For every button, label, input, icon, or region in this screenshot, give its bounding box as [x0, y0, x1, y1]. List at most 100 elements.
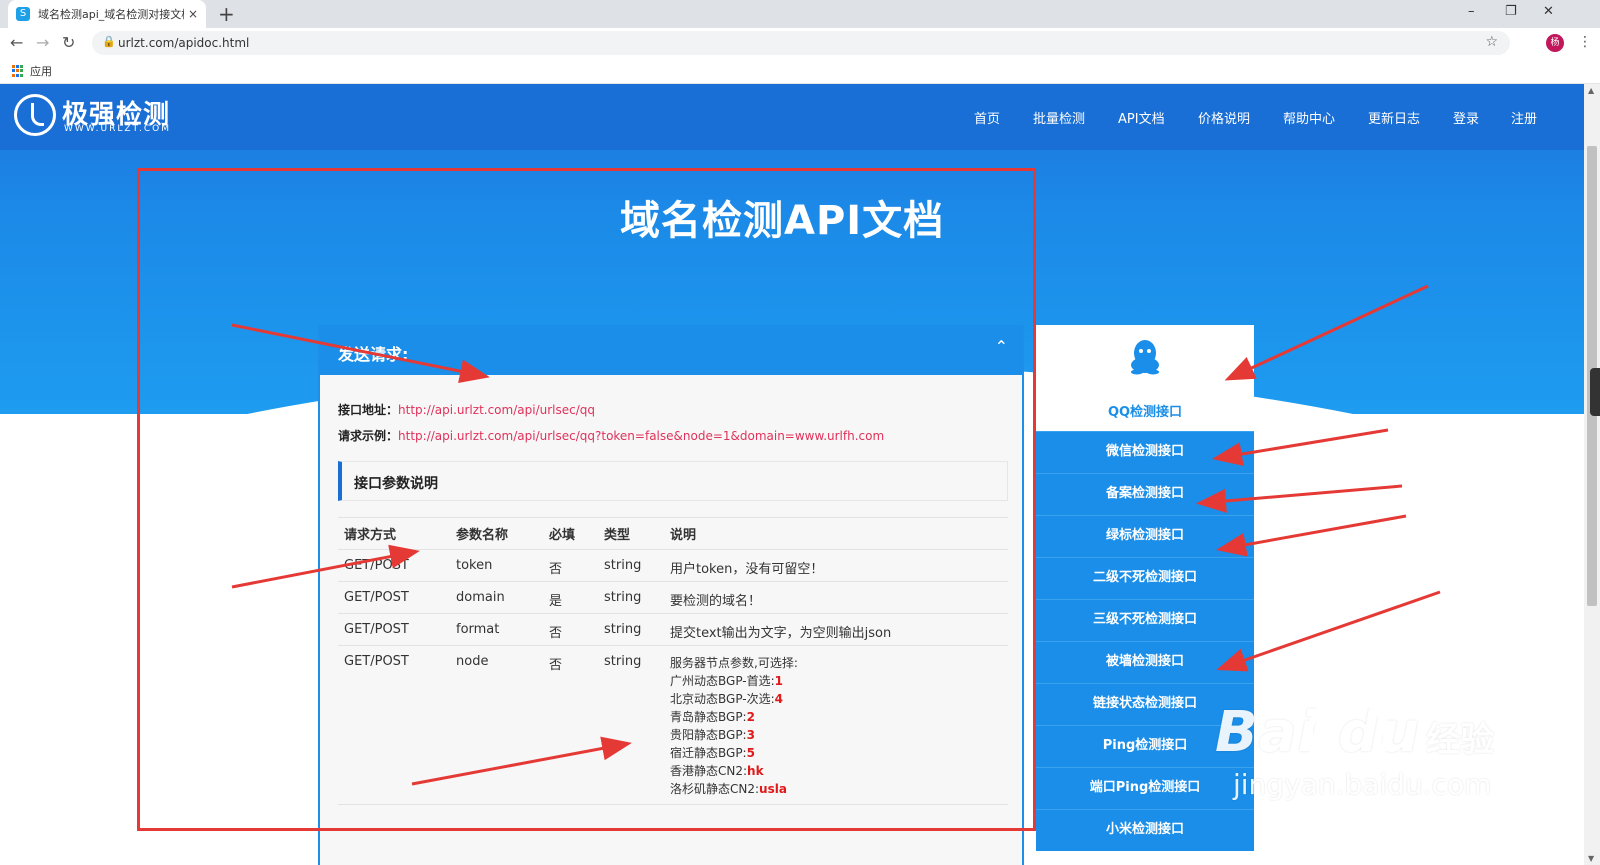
- page-viewport: 极强检测 WWW.URLZT.COM 首页 批量检测 API文档 价格说明 帮助…: [0, 84, 1584, 865]
- cell-method: GET/POST: [338, 581, 450, 614]
- minimize-button[interactable]: –: [1468, 4, 1475, 19]
- tab-title: 域名检测api_域名检测对接文档-: [38, 8, 184, 21]
- node-option-name: 北京动态BGP-次选:: [670, 692, 775, 706]
- node-option-value: 1: [774, 674, 784, 688]
- sidebar-item-level3[interactable]: 三级不死检测接口: [1036, 599, 1254, 641]
- cell-method: GET/POST: [338, 645, 450, 805]
- endpoint-label: 接口地址：: [338, 403, 399, 417]
- site-favicon-icon: S: [16, 7, 30, 21]
- params-heading: 接口参数说明: [354, 476, 438, 492]
- cell-type: string: [598, 581, 664, 614]
- nav-pricing[interactable]: 价格说明: [1198, 108, 1250, 127]
- forward-arrow-icon[interactable]: →: [36, 33, 49, 53]
- sidebar-item-label: QQ检测接口: [1107, 405, 1183, 420]
- nav-changelog[interactable]: 更新日志: [1368, 108, 1420, 127]
- cell-type: string: [598, 549, 664, 582]
- logo-icon[interactable]: [14, 94, 56, 136]
- example-row: 请求示例：http://api.urlzt.com/api/urlsec/qq?…: [338, 427, 884, 444]
- cell-required: 否: [543, 549, 598, 582]
- node-option-value: hk: [747, 764, 764, 778]
- browser-tab[interactable]: S 域名检测api_域名检测对接文档- ×: [8, 0, 206, 28]
- cell-description: 用户token，没有可留空！: [664, 549, 1008, 582]
- qq-penguin-icon: [1131, 340, 1159, 375]
- close-window-button[interactable]: ✕: [1543, 4, 1554, 19]
- bookmark-star-icon[interactable]: ☆: [1485, 34, 1498, 50]
- chevron-up-icon[interactable]: ⌃: [995, 337, 1008, 356]
- params-table: 请求方式 参数名称 必填 类型 说明 GET/POST token 否 stri…: [338, 517, 1008, 805]
- node-option: 香港静态CN2:hk: [670, 762, 1008, 780]
- col-method: 请求方式: [338, 517, 450, 550]
- col-param-name: 参数名称: [450, 517, 543, 550]
- node-option-name: 广州动态BGP-首选:: [670, 674, 775, 688]
- page-scrollbar[interactable]: ▲ ▼: [1584, 84, 1600, 865]
- endpoint-link[interactable]: http://api.urlzt.com/api/urlsec/qq: [398, 403, 595, 417]
- sidebar-item-qq[interactable]: QQ检测接口: [1036, 325, 1254, 431]
- example-link[interactable]: http://api.urlzt.com/api/urlsec/qq?token…: [398, 429, 884, 443]
- table-row: GET/POST token 否 string 用户token，没有可留空！: [338, 549, 1008, 582]
- back-arrow-icon[interactable]: ←: [10, 33, 23, 53]
- table-header-row: 请求方式 参数名称 必填 类型 说明: [338, 517, 1008, 550]
- table-row: GET/POST node 否 string 服务器节点参数,可选择: 广州动态…: [338, 645, 1008, 805]
- col-required: 必填: [543, 517, 598, 550]
- lock-icon: 🔒: [102, 35, 116, 48]
- scroll-down-icon[interactable]: ▼: [1588, 854, 1594, 863]
- tab-close-icon[interactable]: ×: [188, 7, 198, 21]
- nav-api-docs[interactable]: API文档: [1118, 108, 1165, 127]
- address-bar-row: ← → ↻ 🔒 urlzt.com/apidoc.html ☆: [0, 28, 1600, 58]
- node-option-name: 宿迁静态BGP:: [670, 746, 747, 760]
- sidebar-item-xiaomi[interactable]: 小米检测接口: [1036, 809, 1254, 851]
- node-option-value: 3: [746, 728, 755, 742]
- node-option-name: 青岛静态BGP:: [670, 710, 747, 724]
- cell-required: 否: [543, 645, 598, 805]
- request-panel: 发送请求: ⌃ 接口地址：http://api.urlzt.com/api/ur…: [318, 325, 1024, 865]
- node-option-value: 2: [746, 710, 755, 724]
- logo-subtitle: WWW.URLZT.COM: [64, 124, 171, 134]
- sidebar-item-icp[interactable]: 备案检测接口: [1036, 473, 1254, 515]
- url-text[interactable]: urlzt.com/apidoc.html: [118, 36, 249, 50]
- node-option: 洛杉矶静态CN2:usla: [670, 780, 1008, 798]
- node-intro: 服务器节点参数,可选择:: [670, 656, 798, 670]
- cell-required: 否: [543, 613, 598, 646]
- sidebar-item-link-status[interactable]: 链接状态检测接口: [1036, 683, 1254, 725]
- nav-help-center[interactable]: 帮助中心: [1283, 108, 1335, 127]
- reload-icon[interactable]: ↻: [62, 33, 75, 53]
- cell-param: domain: [450, 581, 543, 614]
- node-option-value: 4: [774, 692, 784, 706]
- restore-button[interactable]: ❐: [1505, 4, 1517, 19]
- node-option: 宿迁静态BGP:5: [670, 744, 1008, 762]
- nav-register[interactable]: 注册: [1511, 108, 1537, 127]
- table-row: GET/POST format 否 string 提交text输出为文字，为空则…: [338, 613, 1008, 646]
- sidebar-item-wechat[interactable]: 微信检测接口: [1036, 431, 1254, 473]
- sidebar-item-blocked[interactable]: 被墙检测接口: [1036, 641, 1254, 683]
- sidebar-item-level2[interactable]: 二级不死检测接口: [1036, 557, 1254, 599]
- apps-bookmark[interactable]: 应用: [30, 63, 52, 79]
- cell-type: string: [598, 645, 664, 805]
- side-widget-tab[interactable]: [1590, 368, 1600, 416]
- nav-home[interactable]: 首页: [974, 108, 1000, 127]
- nav-batch-check[interactable]: 批量检测: [1033, 108, 1085, 127]
- apps-grid-icon[interactable]: [12, 65, 24, 77]
- new-tab-button[interactable]: +: [218, 3, 235, 25]
- node-option-value: usla: [759, 782, 787, 796]
- cell-description: 服务器节点参数,可选择: 广州动态BGP-首选:1 北京动态BGP-次选:4 青…: [664, 645, 1008, 805]
- node-option-value: 5: [746, 746, 755, 760]
- url-omnibox[interactable]: 🔒 urlzt.com/apidoc.html ☆: [92, 31, 1510, 55]
- cell-param: node: [450, 645, 543, 805]
- browser-menu-icon[interactable]: ⋮: [1578, 34, 1592, 50]
- nav-login[interactable]: 登录: [1453, 108, 1479, 127]
- sidebar-item-ping[interactable]: Ping检测接口: [1036, 725, 1254, 767]
- scroll-up-icon[interactable]: ▲: [1588, 86, 1594, 95]
- cell-description: 提交text输出为文字，为空则输出json: [664, 613, 1008, 646]
- sidebar-item-green-badge[interactable]: 绿标检测接口: [1036, 515, 1254, 557]
- cell-method: GET/POST: [338, 549, 450, 582]
- cell-required: 是: [543, 581, 598, 614]
- node-option-name: 香港静态CN2:: [670, 764, 748, 778]
- node-option: 北京动态BGP-次选:4: [670, 690, 1008, 708]
- profile-avatar[interactable]: 杨: [1546, 34, 1564, 52]
- node-option: 广州动态BGP-首选:1: [670, 672, 1008, 690]
- col-type: 类型: [598, 517, 664, 550]
- sidebar-item-port-ping[interactable]: 端口Ping检测接口: [1036, 767, 1254, 809]
- node-option: 青岛静态BGP:2: [670, 708, 1008, 726]
- cell-description: 要检测的域名！: [664, 581, 1008, 614]
- request-panel-header[interactable]: 发送请求: ⌃: [320, 325, 1022, 375]
